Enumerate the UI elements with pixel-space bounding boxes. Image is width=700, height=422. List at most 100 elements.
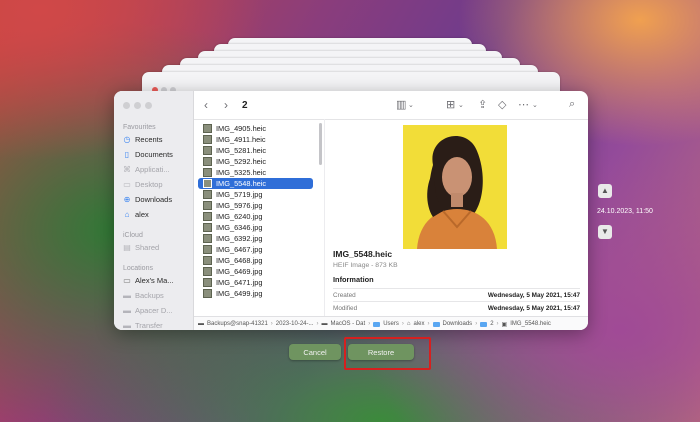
created-value: Wednesday, 5 May 2021, 15:47: [487, 292, 580, 299]
sidebar-item-apacer[interactable]: ▬ Apacer D...: [123, 306, 173, 315]
column-view-icon[interactable]: ▥: [396, 99, 406, 111]
file-name: IMG_5976.jpg: [216, 201, 263, 210]
timeline-up-arrow-icon[interactable]: ▲: [598, 184, 612, 198]
share-icon[interactable]: ⇪: [478, 99, 487, 111]
list-item[interactable]: IMG_6499.jpg: [198, 288, 313, 299]
image-thumbnail-icon: [203, 223, 212, 232]
list-item[interactable]: IMG_6240.jpg: [198, 211, 313, 222]
file-name: IMG_6392.jpg: [216, 234, 263, 243]
list-item[interactable]: IMG_4905.heic: [198, 123, 313, 134]
toolbar: ‹ › 2 ▥ ⌄ ⊞ ⌄ ⇪ ◇ ⋯ ⌄ ⌕: [194, 91, 588, 120]
list-item[interactable]: IMG_5281.heic: [198, 145, 313, 156]
window-controls: [123, 102, 152, 109]
list-item[interactable]: IMG_6468.jpg: [198, 255, 313, 266]
path-separator-icon: ›: [270, 321, 273, 327]
zoom-button[interactable]: [145, 102, 152, 109]
cancel-button[interactable]: Cancel: [289, 344, 341, 360]
home-icon: ⌂: [124, 209, 130, 219]
sidebar-item-label: Shared: [135, 243, 160, 252]
image-thumbnail-icon: [203, 179, 212, 188]
path-segment[interactable]: Backups@snap-41321: [207, 321, 268, 327]
list-item[interactable]: IMG_5976.jpg: [198, 200, 313, 211]
sidebar-item-label: Recents: [135, 135, 163, 144]
sidebar-item-shared[interactable]: ▤ Shared: [123, 243, 159, 252]
path-separator-icon: ›: [475, 321, 478, 327]
sidebar-item-label: alex: [135, 210, 149, 219]
clock-icon: ◷: [123, 134, 131, 144]
file-name: IMG_5292.heic: [216, 157, 267, 166]
sidebar-item-label: Documents: [135, 150, 173, 159]
preview-file-name: IMG_5548.heic: [333, 249, 393, 259]
sidebar-item-recents[interactable]: ◷ Recents: [123, 135, 163, 144]
list-item[interactable]: IMG_5325.heic: [198, 167, 313, 178]
image-thumbnail-icon: [203, 212, 212, 221]
sidebar-item-transfer[interactable]: ▬ Transfer: [123, 321, 163, 330]
photo-preview: [403, 125, 507, 249]
path-segment[interactable]: Users: [383, 321, 399, 327]
file-name: IMG_5548.heic: [216, 179, 267, 188]
group-icon[interactable]: ⊞: [446, 99, 455, 111]
home-icon: ⌂: [406, 321, 411, 327]
chevron-down-icon[interactable]: ⌄: [532, 100, 538, 112]
chevron-down-icon[interactable]: ⌄: [458, 100, 464, 112]
applications-icon: ⌘: [123, 164, 131, 174]
desktop-icon: ▭: [123, 179, 131, 189]
sidebar-item-label: Desktop: [135, 180, 163, 189]
image-thumbnail-icon: [203, 190, 212, 199]
image-thumbnail-icon: [203, 278, 212, 287]
file-name: IMG_6468.jpg: [216, 256, 263, 265]
timeline-date: 24.10.2023, 11:50: [597, 208, 653, 215]
sidebar-item-downloads[interactable]: ⊕ Downloads: [123, 195, 172, 204]
more-icon[interactable]: ⋯: [518, 99, 529, 111]
sidebar-item-backups[interactable]: ▬ Backups: [123, 291, 164, 300]
back-icon[interactable]: ‹: [204, 99, 208, 111]
download-icon: ⊕: [123, 194, 131, 204]
window-title: 2: [242, 100, 248, 111]
list-item[interactable]: IMG_6346.jpg: [198, 222, 313, 233]
image-thumbnail-icon: [203, 245, 212, 254]
preview-file-kind: HEIF Image - 873 KB: [333, 262, 398, 269]
list-item[interactable]: IMG_5719.jpg: [198, 189, 313, 200]
file-name: IMG_6499.jpg: [216, 289, 263, 298]
file-name: IMG_4905.heic: [216, 124, 267, 133]
path-segment[interactable]: 2: [490, 321, 493, 327]
sidebar-item-label: Backups: [135, 291, 164, 300]
path-segment[interactable]: MacOS - Dat: [331, 321, 366, 327]
sidebar-item-applications[interactable]: ⌘ Applicati...: [123, 165, 170, 174]
sidebar-item-alexs-mac[interactable]: ▭ Alex's Ma...: [123, 276, 173, 285]
path-segment[interactable]: 2023-10-24-...: [276, 321, 314, 327]
sidebar-item-documents[interactable]: ▯ Documents: [123, 150, 173, 159]
path-separator-icon: ›: [316, 321, 319, 327]
path-segment[interactable]: alex: [413, 321, 424, 327]
list-item[interactable]: IMG_4911.heic: [198, 134, 313, 145]
scrollbar[interactable]: [319, 123, 322, 165]
sidebar-header-locations: Locations: [123, 265, 153, 272]
image-file-icon: ▣: [501, 321, 508, 328]
forward-icon[interactable]: ›: [224, 99, 228, 111]
list-item[interactable]: IMG_6469.jpg: [198, 266, 313, 277]
image-thumbnail-icon: [203, 124, 212, 133]
sidebar-item-label: Applicati...: [135, 165, 170, 174]
list-item[interactable]: IMG_5292.heic: [198, 156, 313, 167]
modified-value: Wednesday, 5 May 2021, 15:47: [487, 305, 580, 312]
file-name: IMG_6346.jpg: [216, 223, 263, 232]
chevron-down-icon[interactable]: ⌄: [408, 100, 414, 112]
sidebar-item-desktop[interactable]: ▭ Desktop: [123, 179, 163, 189]
tag-icon[interactable]: ◇: [498, 99, 506, 111]
minimize-button[interactable]: [134, 102, 141, 109]
image-thumbnail-icon: [203, 201, 212, 210]
close-button[interactable]: [123, 102, 130, 109]
path-segment[interactable]: Downloads: [443, 321, 473, 327]
sidebar-item-alex[interactable]: ⌂ alex: [123, 210, 149, 219]
path-segment[interactable]: IMG_5548.heic: [510, 321, 551, 327]
search-icon[interactable]: ⌕: [569, 98, 575, 110]
image-thumbnail-icon: [203, 135, 212, 144]
list-item-selected[interactable]: IMG_5548.heic: [198, 178, 313, 189]
folder-icon: [432, 321, 440, 327]
list-item[interactable]: IMG_6471.jpg: [198, 277, 313, 288]
drive-icon: ▬: [123, 305, 131, 315]
list-item[interactable]: IMG_6467.jpg: [198, 244, 313, 255]
timeline-down-arrow-icon[interactable]: ▼: [598, 225, 612, 239]
list-item[interactable]: IMG_6392.jpg: [198, 233, 313, 244]
drive-icon: ▬: [123, 290, 131, 300]
